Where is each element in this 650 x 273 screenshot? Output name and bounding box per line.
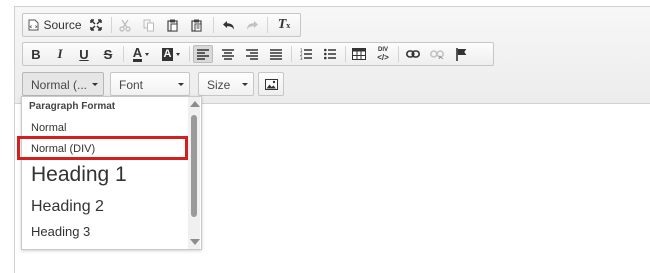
toolbar-group-formatting: B I U S A A 1 2 3 DIV </>	[22, 42, 494, 66]
bulleted-list-icon	[324, 48, 336, 60]
chevron-down-icon	[242, 83, 248, 86]
underline-button[interactable]: U	[75, 45, 93, 63]
table-button[interactable]	[350, 45, 368, 63]
paste-button[interactable]	[164, 16, 182, 34]
paste-icon	[167, 19, 179, 32]
source-button[interactable]: Source	[27, 16, 83, 34]
text-color-icon: A	[132, 44, 143, 62]
toolbar-separator	[111, 17, 112, 33]
numbered-list-button[interactable]: 123	[297, 45, 315, 63]
toolbar-separator	[291, 46, 292, 62]
numbered-list-icon: 123	[300, 48, 312, 60]
chevron-down-icon	[92, 83, 98, 86]
bulleted-list-button[interactable]	[321, 45, 339, 63]
redo-button[interactable]	[243, 16, 261, 34]
redo-icon	[246, 20, 259, 31]
align-left-icon	[197, 48, 209, 60]
svg-text:3: 3	[300, 56, 303, 60]
align-right-icon	[246, 48, 258, 60]
dropdown-scrollbar[interactable]	[188, 97, 200, 249]
anchor-flag-icon	[455, 47, 467, 61]
table-icon	[352, 48, 366, 60]
strikethrough-button[interactable]: S	[99, 45, 117, 63]
chevron-down-icon	[176, 52, 181, 56]
font-value: Font	[119, 78, 144, 92]
maximize-icon	[90, 19, 102, 31]
toolbar-group-insert	[258, 72, 284, 96]
italic-button[interactable]: I	[51, 45, 69, 63]
bold-label: B	[31, 46, 41, 62]
copy-button[interactable]	[140, 16, 158, 34]
italic-label: I	[57, 46, 63, 61]
maximize-button[interactable]	[87, 16, 105, 34]
source-icon	[28, 19, 39, 31]
size-value: Size	[207, 78, 231, 92]
background-color-button[interactable]: A	[159, 45, 183, 63]
justify-button[interactable]	[267, 45, 285, 63]
align-center-icon	[222, 48, 234, 60]
undo-button[interactable]	[219, 16, 237, 34]
dropdown-title: Paragraph Format	[29, 101, 116, 112]
format-option-heading-1[interactable]: Heading 1	[31, 163, 127, 187]
scroll-thumb[interactable]	[191, 115, 197, 217]
image-icon	[264, 78, 278, 90]
paste-text-button[interactable]	[188, 16, 206, 34]
underline-label: U	[79, 46, 89, 62]
div-container-button[interactable]: DIV </>	[374, 45, 392, 63]
format-option-heading-2[interactable]: Heading 2	[31, 198, 104, 216]
scroll-up-arrow-icon[interactable]	[190, 101, 200, 107]
paragraph-format-dropdown: Paragraph Format Normal Normal (DIV) Hea…	[17, 96, 202, 250]
scroll-down-arrow-icon[interactable]	[190, 239, 200, 245]
bold-button[interactable]: B	[27, 45, 45, 63]
anchor-button[interactable]	[452, 45, 470, 63]
remove-format-icon: Tx	[277, 17, 291, 32]
size-combo[interactable]: Size	[198, 72, 254, 96]
justify-icon	[270, 48, 282, 60]
link-button[interactable]	[404, 45, 422, 63]
text-color-button[interactable]: A	[129, 45, 153, 63]
toolbar-separator	[189, 46, 190, 62]
toolbar-separator	[267, 17, 268, 33]
remove-format-button[interactable]: Tx	[273, 16, 295, 34]
image-button[interactable]	[262, 75, 280, 93]
highlight-box	[17, 136, 188, 160]
undo-icon	[222, 20, 235, 31]
paragraph-format-value: Normal (...	[31, 78, 88, 92]
toolbar-separator	[345, 46, 346, 62]
chevron-down-icon	[178, 83, 184, 86]
format-option-normal[interactable]: Normal	[31, 122, 66, 134]
align-left-button[interactable]	[193, 45, 213, 63]
align-center-button[interactable]	[219, 45, 237, 63]
toolbar-separator	[398, 46, 399, 62]
editor-toolbar: Source Tx B I U S A A 1 2 3 DIV </> Norm…	[15, 7, 650, 104]
unlink-icon	[430, 49, 444, 59]
paragraph-format-combo[interactable]: Normal (...	[22, 72, 104, 96]
background-color-icon: A	[161, 47, 174, 61]
toolbar-group-document: Source Tx	[22, 13, 301, 37]
chevron-down-icon	[145, 52, 150, 56]
unlink-button[interactable]	[428, 45, 446, 63]
cut-icon	[119, 19, 131, 32]
toolbar-separator	[213, 17, 214, 33]
paste-text-icon	[191, 19, 203, 32]
toolbar-separator	[123, 46, 124, 62]
cut-button[interactable]	[116, 16, 134, 34]
format-option-heading-3[interactable]: Heading 3	[31, 224, 90, 239]
align-right-button[interactable]	[243, 45, 261, 63]
link-icon	[406, 50, 420, 58]
source-button-label: Source	[43, 18, 82, 32]
font-combo[interactable]: Font	[110, 72, 190, 96]
strikethrough-label: S	[103, 46, 113, 62]
div-container-icon: DIV </>	[377, 47, 389, 62]
copy-icon	[143, 19, 155, 32]
